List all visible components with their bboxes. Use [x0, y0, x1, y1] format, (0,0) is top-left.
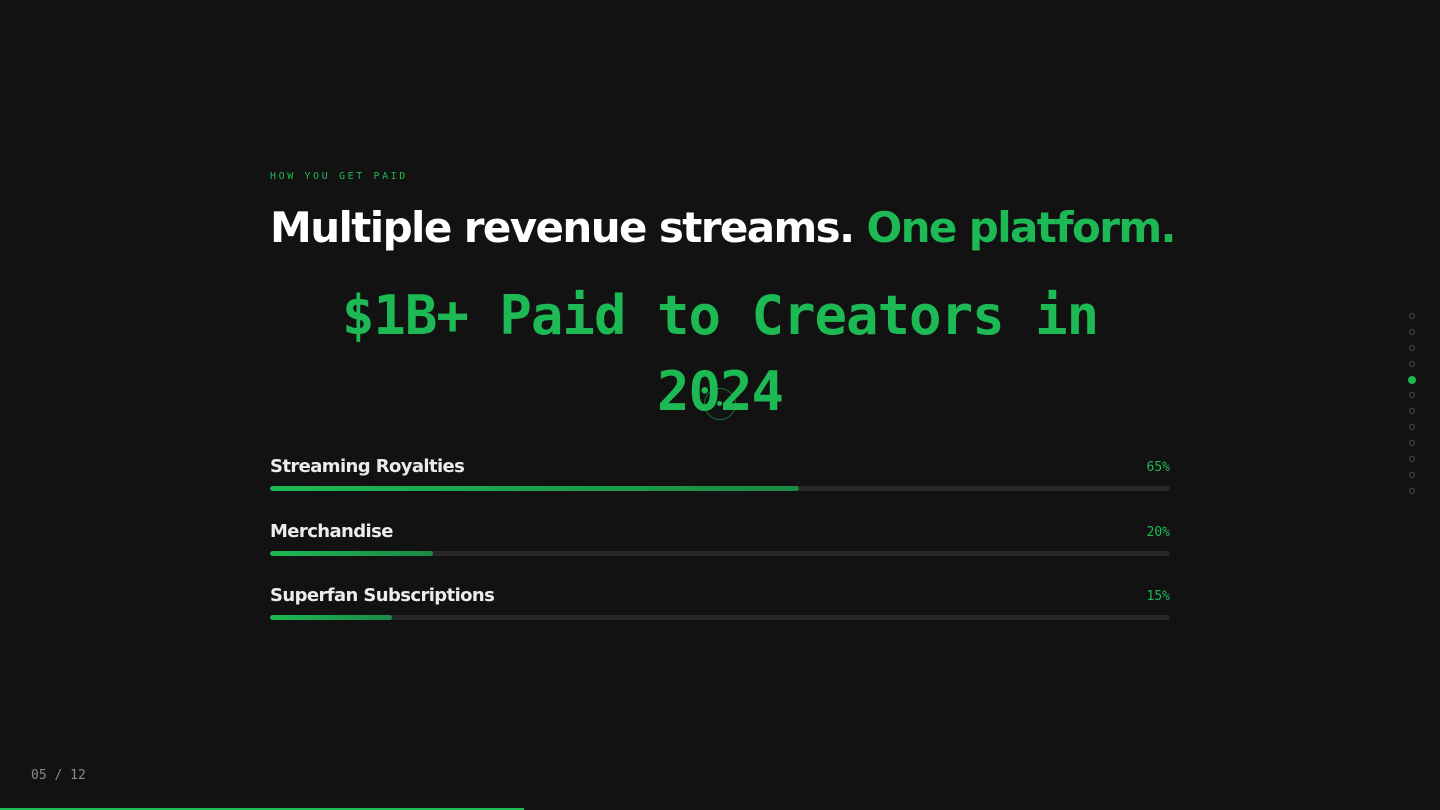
stream-percent: 65% — [1146, 460, 1170, 475]
stream-label: Streaming Royalties — [270, 456, 465, 477]
stream-bar-track — [270, 550, 1170, 556]
slide-headline: Multiple revenue streams. One platform. — [270, 200, 1176, 256]
slide-dot[interactable] — [1409, 392, 1415, 398]
revenue-stream-row: Superfan Subscriptions 15% — [270, 584, 1170, 649]
slide-dot[interactable] — [1409, 408, 1415, 414]
stream-percent: 20% — [1146, 524, 1170, 540]
slide-dot[interactable] — [1409, 313, 1415, 319]
slide-dot[interactable] — [1409, 472, 1415, 478]
slide-dot[interactable] — [1409, 440, 1415, 446]
stream-label: Superfan Subscriptions — [270, 585, 495, 606]
stream-bar-track — [270, 486, 1170, 491]
slide-dot[interactable] — [1409, 345, 1415, 351]
page-counter: 05 / 12 — [31, 768, 86, 783]
cursor-dot — [717, 401, 722, 406]
slide-dot[interactable] — [1409, 329, 1415, 335]
stat-line-1: $1B+ Paid to Creators in — [341, 284, 1099, 347]
stream-bar-fill — [270, 550, 433, 556]
stream-label: Merchandise — [270, 520, 393, 542]
headline-primary: Multiple revenue streams. — [270, 203, 855, 252]
slide-dot[interactable] — [1409, 424, 1415, 430]
slide-dot[interactable] — [1409, 361, 1415, 367]
slide-dot[interactable] — [1409, 456, 1415, 462]
stream-bar-fill — [270, 486, 800, 491]
stream-bar-fill — [270, 615, 393, 620]
slide-dot[interactable] — [1409, 488, 1415, 494]
headline-accent: One platform. — [866, 203, 1176, 252]
stream-percent: 15% — [1146, 589, 1170, 604]
stream-bar-track — [270, 615, 1170, 620]
revenue-stream-row: Merchandise 20% — [270, 520, 1170, 585]
revenue-streams-list: Streaming Royalties 65% Merchandise 20% … — [270, 455, 1170, 649]
section-eyebrow: HOW YOU GET PAID — [270, 171, 408, 182]
slide-dot-active[interactable] — [1408, 376, 1416, 384]
revenue-stream-row: Streaming Royalties 65% — [270, 455, 1170, 520]
slide-nav-dots — [1408, 313, 1417, 504]
